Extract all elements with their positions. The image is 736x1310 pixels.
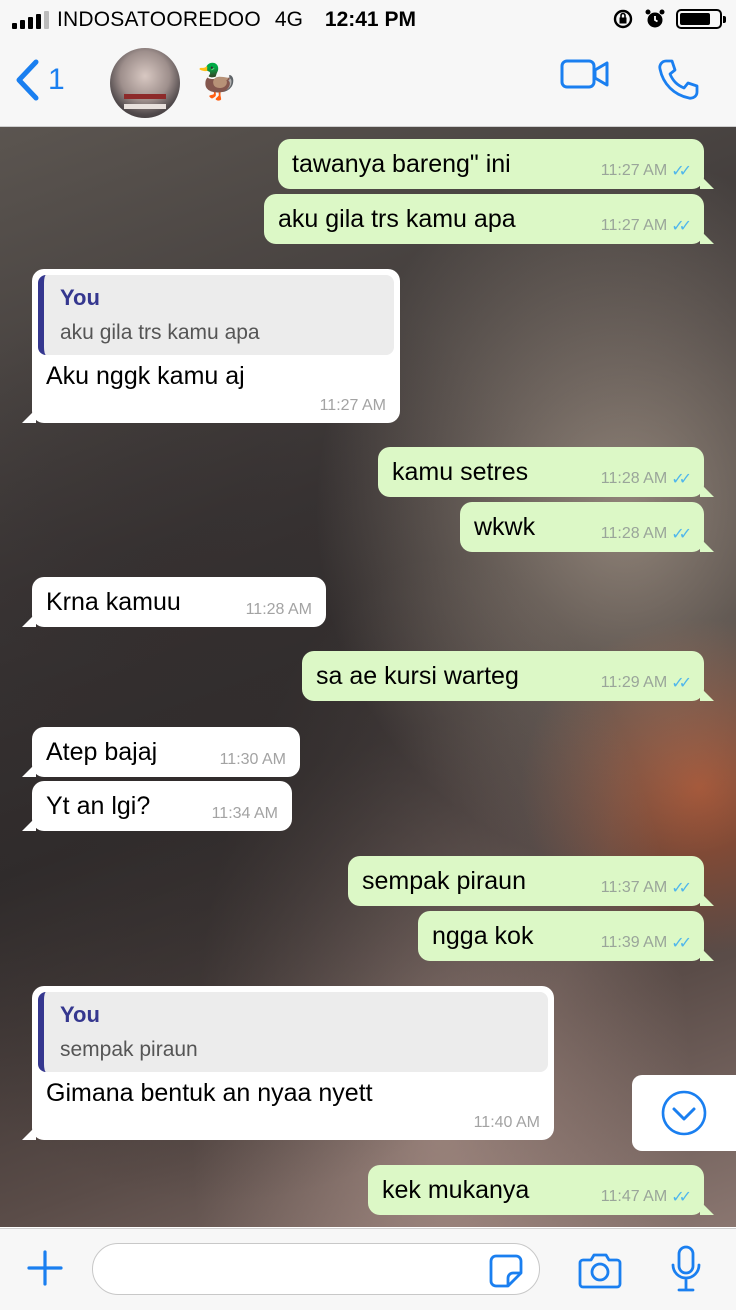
message-bubble-outgoing[interactable]: kamu setres 11:28 AM ✓✓ <box>378 447 714 497</box>
message-time: 11:37 AM <box>600 879 668 896</box>
message-input-bar <box>0 1228 736 1310</box>
message-bubble-incoming[interactable]: Atep bajaj 11:30 AM <box>22 727 300 777</box>
message-time: 11:28 AM <box>600 470 668 487</box>
contact-name[interactable]: 🦆 <box>196 62 238 102</box>
message-meta: 11:30 AM <box>220 751 286 769</box>
quote-text: aku gila trs kamu apa <box>60 321 260 344</box>
message-time: 11:39 AM <box>600 934 668 951</box>
plus-icon[interactable] <box>26 1249 64 1287</box>
message-bubble-incoming[interactable]: Krna kamuu 11:28 AM <box>22 577 326 627</box>
double-check-icon: ✓✓ <box>671 218 692 235</box>
message-bubble-outgoing[interactable]: aku gila trs kamu apa 11:27 AM ✓✓ <box>264 194 714 244</box>
message-text: Krna kamuu <box>46 588 181 616</box>
double-check-icon: ✓✓ <box>671 526 692 543</box>
message-meta: 11:37 AM ✓✓ <box>600 878 692 898</box>
double-check-icon: ✓✓ <box>671 935 692 952</box>
message-bubble-incoming-reply[interactable]: You sempak piraun Gimana bentuk an nyaa … <box>22 986 554 1140</box>
back-button[interactable]: 1 <box>14 58 65 102</box>
message-time: 11:30 AM <box>219 751 286 768</box>
message-meta: 11:28 AM ✓✓ <box>600 469 692 489</box>
alarm-icon <box>645 9 665 28</box>
message-text: aku gila trs kamu apa <box>278 205 516 233</box>
unread-count: 1 <box>48 63 65 96</box>
message-bubble-outgoing[interactable]: ngga kok 11:39 AM ✓✓ <box>418 911 714 961</box>
message-meta: 11:47 AM ✓✓ <box>600 1187 692 1207</box>
chevron-left-icon <box>16 59 39 101</box>
video-call-icon[interactable] <box>560 58 610 90</box>
message-time: 11:27 AM <box>600 217 668 234</box>
message-meta: 11:28 AM ✓✓ <box>600 524 692 544</box>
message-meta: 11:28 AM <box>246 601 312 619</box>
double-check-icon: ✓✓ <box>671 163 692 180</box>
network-type: 4G <box>274 8 303 31</box>
status-bar: INDOSATOOREDOO 4G 12:41 PM <box>0 0 736 40</box>
message-text: sempak piraun <box>362 867 526 895</box>
message-input[interactable] <box>92 1243 540 1295</box>
signal-strength-icon <box>12 11 49 29</box>
message-bubble-outgoing[interactable]: kek mukanya 11:47 AM ✓✓ <box>368 1165 714 1215</box>
message-bubble-outgoing[interactable]: tawanya bareng" ini 11:27 AM ✓✓ <box>278 139 714 189</box>
message-meta: 11:29 AM ✓✓ <box>600 673 692 693</box>
message-time: 11:27 AM <box>600 162 668 179</box>
chat-header: 1 🦆 <box>0 40 736 127</box>
message-text: sa ae kursi warteg <box>316 662 519 690</box>
message-time: 11:27 AM <box>319 397 386 414</box>
message-bubble-incoming[interactable]: Yt an lgi? 11:34 AM <box>22 781 292 831</box>
message-time: 11:34 AM <box>211 805 278 822</box>
message-time: 11:28 AM <box>245 601 312 618</box>
voice-call-icon[interactable] <box>656 58 700 102</box>
message-text: ngga kok <box>432 922 534 950</box>
message-text: Gimana bentuk an nyaa nyett <box>46 1079 373 1107</box>
sticker-icon[interactable] <box>488 1253 524 1289</box>
contact-avatar[interactable] <box>110 48 180 118</box>
message-bubble-outgoing[interactable]: sa ae kursi warteg 11:29 AM ✓✓ <box>302 651 714 701</box>
message-meta: 11:34 AM <box>212 805 278 823</box>
quoted-message[interactable]: You sempak piraun <box>38 992 548 1072</box>
double-check-icon: ✓✓ <box>671 471 692 488</box>
chat-area[interactable]: tawanya bareng" ini 11:27 AM ✓✓ aku gila … <box>0 127 736 1227</box>
chevron-down-circle-icon <box>661 1090 707 1136</box>
battery-icon <box>676 9 726 29</box>
quoted-message[interactable]: You aku gila trs kamu apa <box>38 275 394 355</box>
scroll-to-bottom-button[interactable] <box>632 1075 736 1151</box>
message-time: 11:47 AM <box>600 1188 668 1205</box>
message-text: Yt an lgi? <box>46 792 151 820</box>
message-meta: 11:27 AM ✓✓ <box>600 216 692 236</box>
quote-author: You <box>60 1002 100 1027</box>
message-text: Aku nggk kamu aj <box>46 362 245 390</box>
message-bubble-outgoing[interactable]: wkwk 11:28 AM ✓✓ <box>460 502 714 552</box>
message-text: Atep bajaj <box>46 738 158 766</box>
message-meta: 11:40 AM <box>474 1114 540 1132</box>
message-time: 11:29 AM <box>600 674 668 691</box>
message-text: kamu setres <box>392 458 529 486</box>
message-time: 11:40 AM <box>473 1114 540 1131</box>
message-text: tawanya bareng" ini <box>292 150 511 178</box>
message-meta: 11:39 AM ✓✓ <box>600 933 692 953</box>
message-text: kek mukanya <box>382 1176 530 1204</box>
clock: 12:41 PM <box>324 8 416 31</box>
camera-icon[interactable] <box>578 1251 622 1289</box>
message-text: wkwk <box>474 513 536 541</box>
message-bubble-outgoing[interactable]: sempak piraun 11:37 AM ✓✓ <box>348 856 714 906</box>
double-check-icon: ✓✓ <box>671 1189 692 1206</box>
microphone-icon[interactable] <box>670 1245 702 1293</box>
quote-author: You <box>60 285 100 310</box>
message-meta: 11:27 AM ✓✓ <box>600 161 692 181</box>
message-meta: 11:27 AM <box>320 397 386 415</box>
quote-text: sempak piraun <box>60 1038 198 1061</box>
message-bubble-incoming-reply[interactable]: You aku gila trs kamu apa Aku nggk kamu … <box>22 269 400 423</box>
message-time: 11:28 AM <box>600 525 668 542</box>
rotation-lock-icon <box>613 9 633 29</box>
carrier-name: INDOSATOOREDOO <box>57 8 261 31</box>
double-check-icon: ✓✓ <box>671 675 692 692</box>
double-check-icon: ✓✓ <box>671 880 692 897</box>
